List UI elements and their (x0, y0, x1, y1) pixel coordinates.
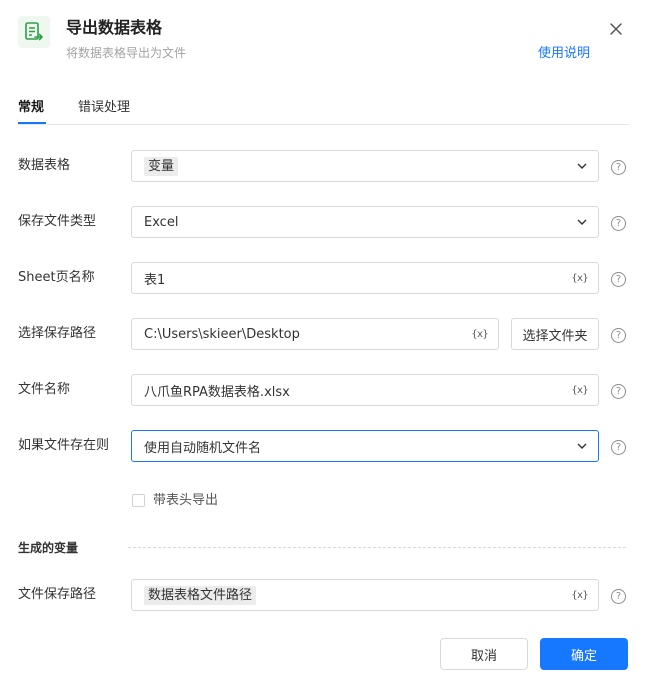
insert-variable-icon[interactable]: {x} (571, 273, 588, 284)
save-path-label: 选择保存路径 (18, 326, 97, 341)
file-type-label: 保存文件类型 (18, 214, 97, 229)
sheet-name-label: Sheet页名称 (18, 270, 95, 285)
if-exists-value: 使用自动随机文件名 (144, 440, 262, 456)
help-icon[interactable]: ? (611, 328, 626, 343)
help-icon[interactable]: ? (611, 272, 626, 287)
with-header-label[interactable]: 带表头导出 (153, 492, 218, 510)
insert-variable-icon[interactable]: {x} (471, 329, 488, 340)
file-path-output-input[interactable]: 数据表格文件路径 {x} (131, 579, 599, 611)
save-path-input[interactable]: C:\Users\skieer\Desktop {x} (131, 318, 499, 350)
chevron-down-icon (576, 216, 588, 228)
data-table-select[interactable]: 变量 (131, 150, 599, 182)
choose-folder-button[interactable]: 选择文件夹 (511, 318, 599, 350)
dialog-subtitle: 将数据表格导出为文件 (66, 46, 187, 60)
if-exists-label: 如果文件存在则 (18, 438, 110, 453)
help-icon[interactable]: ? (611, 589, 626, 604)
output-section-title: 生成的变量 (18, 541, 79, 555)
insert-variable-icon[interactable]: {x} (571, 385, 588, 396)
file-type-value: Excel (144, 214, 179, 230)
chevron-down-icon (576, 440, 588, 452)
tab-general[interactable]: 常规 (18, 99, 44, 117)
file-name-label: 文件名称 (18, 382, 71, 397)
export-table-icon (18, 16, 50, 48)
confirm-button[interactable]: 确定 (540, 638, 628, 670)
dialog-title: 导出数据表格 (66, 18, 163, 37)
file-path-variable-tag: 数据表格文件路径 (144, 585, 257, 605)
file-name-value: 八爪鱼RPA数据表格.xlsx (144, 384, 290, 400)
with-header-checkbox[interactable] (132, 494, 145, 507)
data-table-variable-tag: 变量 (144, 156, 179, 176)
sheet-name-input[interactable]: 表1 {x} (131, 262, 599, 294)
file-type-select[interactable]: Excel (131, 206, 599, 238)
close-icon[interactable] (606, 19, 626, 39)
tab-error-handling[interactable]: 错误处理 (78, 99, 130, 117)
help-icon[interactable]: ? (611, 216, 626, 231)
section-divider (128, 547, 626, 548)
if-exists-select[interactable]: 使用自动随机文件名 (131, 430, 599, 462)
data-table-label: 数据表格 (18, 158, 71, 173)
help-icon[interactable]: ? (611, 160, 626, 175)
save-path-value: C:\Users\skieer\Desktop (144, 326, 300, 342)
help-icon[interactable]: ? (611, 384, 626, 399)
cancel-button[interactable]: 取消 (440, 638, 528, 670)
tab-divider (18, 124, 629, 125)
file-name-input[interactable]: 八爪鱼RPA数据表格.xlsx {x} (131, 374, 599, 406)
help-link[interactable]: 使用说明 (538, 45, 590, 63)
chevron-down-icon (576, 160, 588, 172)
sheet-name-value: 表1 (144, 272, 166, 288)
help-icon[interactable]: ? (611, 440, 626, 455)
file-path-output-label: 文件保存路径 (18, 587, 97, 602)
insert-variable-icon[interactable]: {x} (571, 590, 588, 601)
